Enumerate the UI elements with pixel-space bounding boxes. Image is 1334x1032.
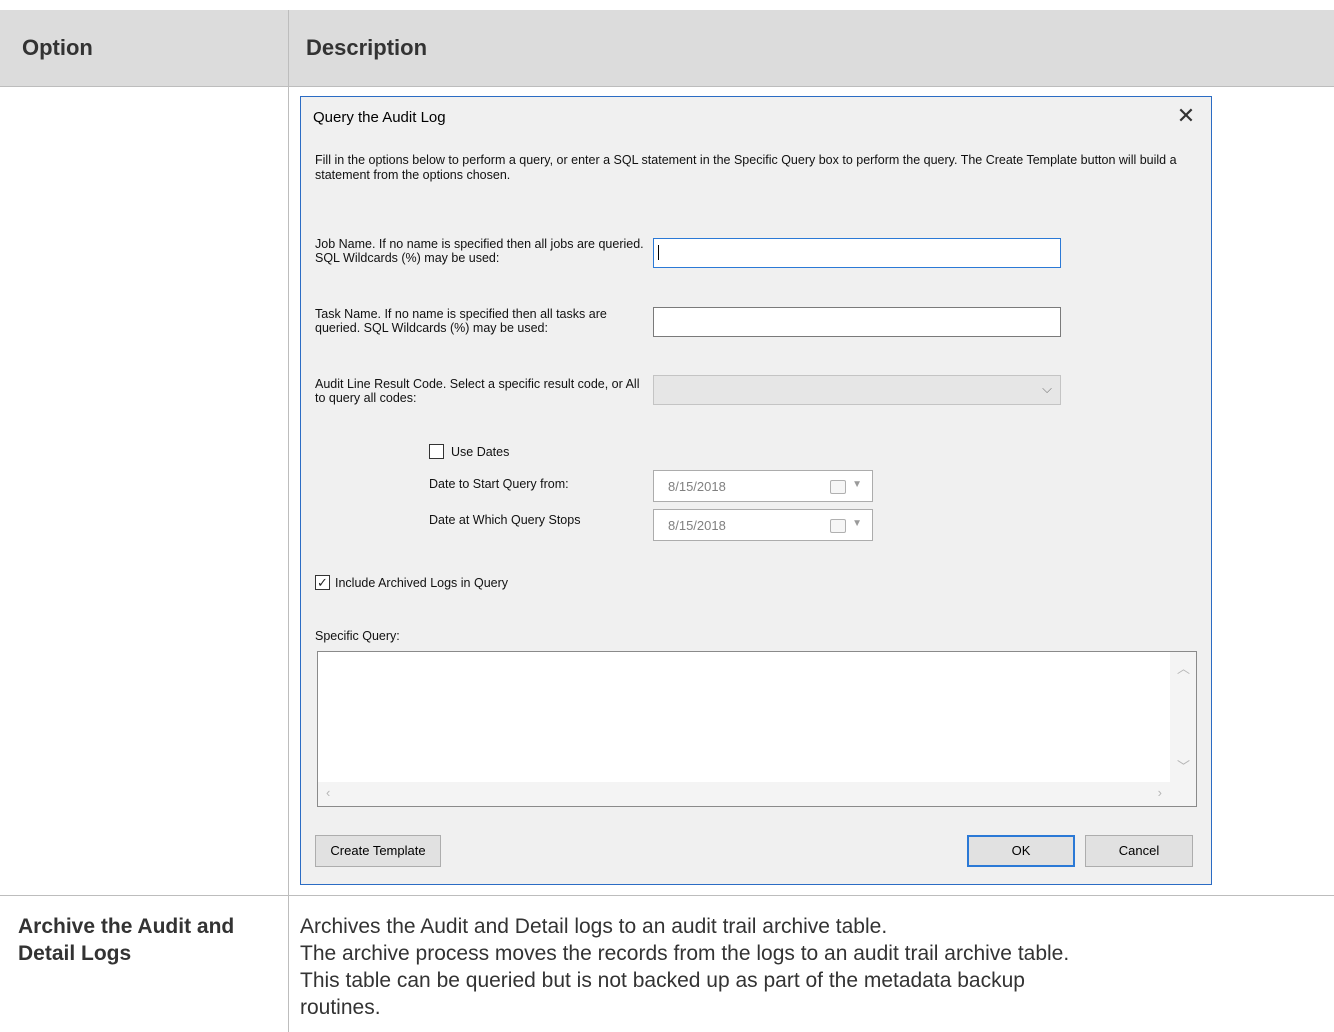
start-date-picker[interactable]: 8/15/2018 ▼ [653, 470, 873, 502]
row1-divider [288, 87, 289, 895]
include-archived-label: Include Archived Logs in Query [335, 576, 509, 590]
row2-divider [288, 896, 289, 1032]
start-date-value: 8/15/2018 [668, 479, 726, 494]
dialog-instructions: Fill in the options below to perform a q… [315, 153, 1177, 182]
dialog-title: Query the Audit Log [313, 109, 446, 126]
job-name-label: Job Name. If no name is specified then a… [315, 237, 644, 265]
chevron-down-icon: ⌵ [1042, 381, 1052, 396]
result-code-label: Audit Line Result Code. Select a specifi… [315, 377, 640, 405]
stop-date-value: 8/15/2018 [668, 518, 726, 533]
start-date-label: Date to Start Query from: [429, 477, 569, 491]
table-header: Option Description [0, 10, 1334, 87]
cancel-button[interactable]: Cancel [1085, 835, 1193, 867]
stop-date-picker[interactable]: 8/15/2018 ▼ [653, 509, 873, 541]
close-icon[interactable]: ✕ [1173, 103, 1199, 129]
header-option: Option [22, 35, 93, 60]
task-name-input[interactable] [653, 307, 1061, 337]
text-caret [658, 245, 659, 260]
chevron-down-icon[interactable]: ▼ [852, 479, 862, 490]
create-template-button[interactable]: Create Template [315, 835, 441, 867]
use-dates-checkbox[interactable] [429, 444, 444, 459]
query-audit-log-dialog: Query the Audit Log ✕ Fill in the option… [300, 96, 1212, 885]
specific-query-label: Specific Query: [315, 629, 400, 643]
calendar-icon[interactable] [830, 519, 846, 533]
header-divider [288, 10, 289, 86]
calendar-icon[interactable] [830, 480, 846, 494]
scroll-down-icon[interactable]: ﹀ [1177, 756, 1190, 775]
use-dates-label: Use Dates [451, 445, 510, 459]
scroll-up-icon[interactable]: ︿ [1177, 658, 1190, 677]
specific-query-textarea[interactable]: ︿ ﹀ ‹ › [317, 651, 1197, 807]
description-line: Archives the Audit and Detail logs to an… [300, 915, 888, 938]
description-line: routines. [300, 996, 381, 1019]
result-code-select[interactable]: ⌵ [653, 375, 1061, 405]
checkmark-icon: ✓ [317, 575, 328, 590]
option-name: Archive the Audit and Detail Logs [18, 915, 235, 965]
vertical-scrollbar[interactable]: ︿ ﹀ [1170, 652, 1196, 782]
chevron-down-icon[interactable]: ▼ [852, 518, 862, 529]
task-name-label: Task Name. If no name is specified then … [315, 307, 607, 335]
include-archived-checkbox[interactable]: ✓ [315, 575, 330, 590]
job-name-input[interactable] [653, 238, 1061, 268]
header-description: Description [306, 35, 428, 60]
option-description: Archives the Audit and Detail logs to an… [300, 913, 1320, 1021]
description-line: This table can be queried but is not bac… [300, 969, 1025, 992]
stop-date-label: Date at Which Query Stops [429, 513, 581, 527]
scroll-right-icon[interactable]: › [1158, 785, 1162, 800]
description-line: The archive process moves the records fr… [300, 942, 1070, 965]
row-separator [0, 895, 1334, 896]
scroll-left-icon[interactable]: ‹ [326, 785, 330, 800]
ok-button[interactable]: OK [967, 835, 1075, 867]
horizontal-scrollbar[interactable]: ‹ › [318, 782, 1196, 806]
